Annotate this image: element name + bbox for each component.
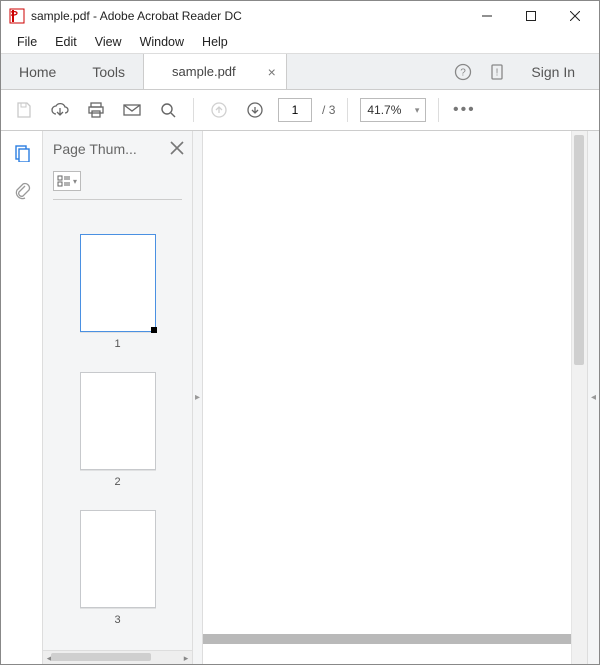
zoom-value: 41.7% bbox=[367, 103, 401, 117]
page-number-input[interactable] bbox=[278, 98, 312, 122]
page-separator-label: / 3 bbox=[322, 103, 335, 117]
menu-edit[interactable]: Edit bbox=[47, 33, 85, 51]
cloud-icon[interactable] bbox=[47, 97, 73, 123]
thumbnail-list: 1 2 3 bbox=[43, 208, 192, 650]
navigation-rail bbox=[1, 131, 43, 664]
tab-tools-label: Tools bbox=[92, 64, 125, 80]
window-titlebar: sample.pdf - Adobe Acrobat Reader DC bbox=[1, 1, 599, 31]
scroll-right-arrow-icon[interactable]: ▸ bbox=[180, 651, 192, 665]
thumbnail-number: 1 bbox=[114, 338, 120, 350]
thumbnail-horizontal-scrollbar[interactable]: ◂ ▸ bbox=[43, 650, 192, 664]
thumbnail-image bbox=[80, 510, 156, 608]
splitter-handle-icon: ▸ bbox=[195, 392, 200, 403]
window-maximize-button[interactable] bbox=[509, 1, 553, 31]
chevron-down-icon: ▾ bbox=[415, 105, 420, 116]
tab-strip: Home Tools sample.pdf × ? ! Sign In bbox=[1, 53, 599, 89]
vertical-scrollbar[interactable] bbox=[571, 131, 587, 664]
toolbar: / 3 41.7% ▾ ••• bbox=[1, 89, 599, 131]
window-minimize-button[interactable] bbox=[465, 1, 509, 31]
page-down-icon[interactable] bbox=[242, 97, 268, 123]
panel-splitter[interactable]: ▸ bbox=[193, 131, 203, 664]
tab-home-label: Home bbox=[19, 64, 56, 80]
thumbnail-image bbox=[80, 234, 156, 332]
scrollbar-thumb[interactable] bbox=[574, 135, 584, 365]
email-icon[interactable] bbox=[119, 97, 145, 123]
app-icon bbox=[9, 8, 25, 24]
menu-bar: File Edit View Window Help bbox=[1, 31, 599, 53]
tools-pane-splitter[interactable]: ◂ bbox=[587, 131, 599, 664]
tab-home[interactable]: Home bbox=[1, 54, 74, 89]
save-icon[interactable] bbox=[11, 97, 37, 123]
document-canvas[interactable] bbox=[203, 131, 571, 664]
tab-close-icon[interactable]: × bbox=[268, 64, 276, 80]
thumbnail-page-1[interactable]: 1 bbox=[43, 234, 192, 350]
panel-title: Page Thum... bbox=[53, 141, 170, 157]
attachments-icon[interactable] bbox=[10, 179, 34, 203]
sign-in-button[interactable]: Sign In bbox=[521, 64, 585, 80]
panel-header: Page Thum... bbox=[43, 131, 192, 167]
svg-text:?: ? bbox=[461, 67, 467, 78]
main-area: Page Thum... ▾ 1 2 3 bbox=[1, 131, 599, 664]
menu-view[interactable]: View bbox=[87, 33, 130, 51]
panel-close-icon[interactable] bbox=[170, 141, 184, 158]
tab-tools[interactable]: Tools bbox=[74, 54, 143, 89]
tab-document-label: sample.pdf bbox=[172, 64, 236, 79]
toolbar-separator bbox=[193, 98, 194, 122]
thumbnail-page-2[interactable]: 2 bbox=[43, 372, 192, 488]
thumbnail-image bbox=[80, 372, 156, 470]
thumbnail-number: 3 bbox=[114, 614, 120, 626]
toolbar-separator bbox=[347, 98, 348, 122]
menu-file[interactable]: File bbox=[9, 33, 45, 51]
zoom-dropdown[interactable]: 41.7% ▾ bbox=[360, 98, 426, 122]
print-icon[interactable] bbox=[83, 97, 109, 123]
page-thumbnails-icon[interactable] bbox=[10, 141, 34, 165]
more-tools-icon[interactable]: ••• bbox=[451, 97, 477, 123]
window-close-button[interactable] bbox=[553, 1, 597, 31]
scrollbar-thumb[interactable] bbox=[51, 653, 151, 661]
menu-window[interactable]: Window bbox=[132, 33, 192, 51]
window-title: sample.pdf - Adobe Acrobat Reader DC bbox=[31, 9, 242, 23]
page-up-icon[interactable] bbox=[206, 97, 232, 123]
chevron-down-icon: ▾ bbox=[73, 177, 77, 186]
splitter-handle-icon: ◂ bbox=[591, 392, 596, 403]
search-icon[interactable] bbox=[155, 97, 181, 123]
tab-document[interactable]: sample.pdf × bbox=[143, 54, 287, 89]
svg-text:!: ! bbox=[496, 67, 499, 78]
help-icon[interactable]: ? bbox=[453, 62, 473, 82]
page-edge bbox=[203, 634, 571, 644]
thumbnail-options-button[interactable]: ▾ bbox=[53, 171, 81, 191]
notification-icon[interactable]: ! bbox=[487, 62, 507, 82]
thumbnail-number: 2 bbox=[114, 476, 120, 488]
divider bbox=[53, 199, 182, 200]
thumbnail-page-3[interactable]: 3 bbox=[43, 510, 192, 626]
document-view bbox=[203, 131, 587, 664]
page-thumbnails-panel: Page Thum... ▾ 1 2 3 bbox=[43, 131, 193, 664]
menu-help[interactable]: Help bbox=[194, 33, 236, 51]
toolbar-separator bbox=[438, 98, 439, 122]
